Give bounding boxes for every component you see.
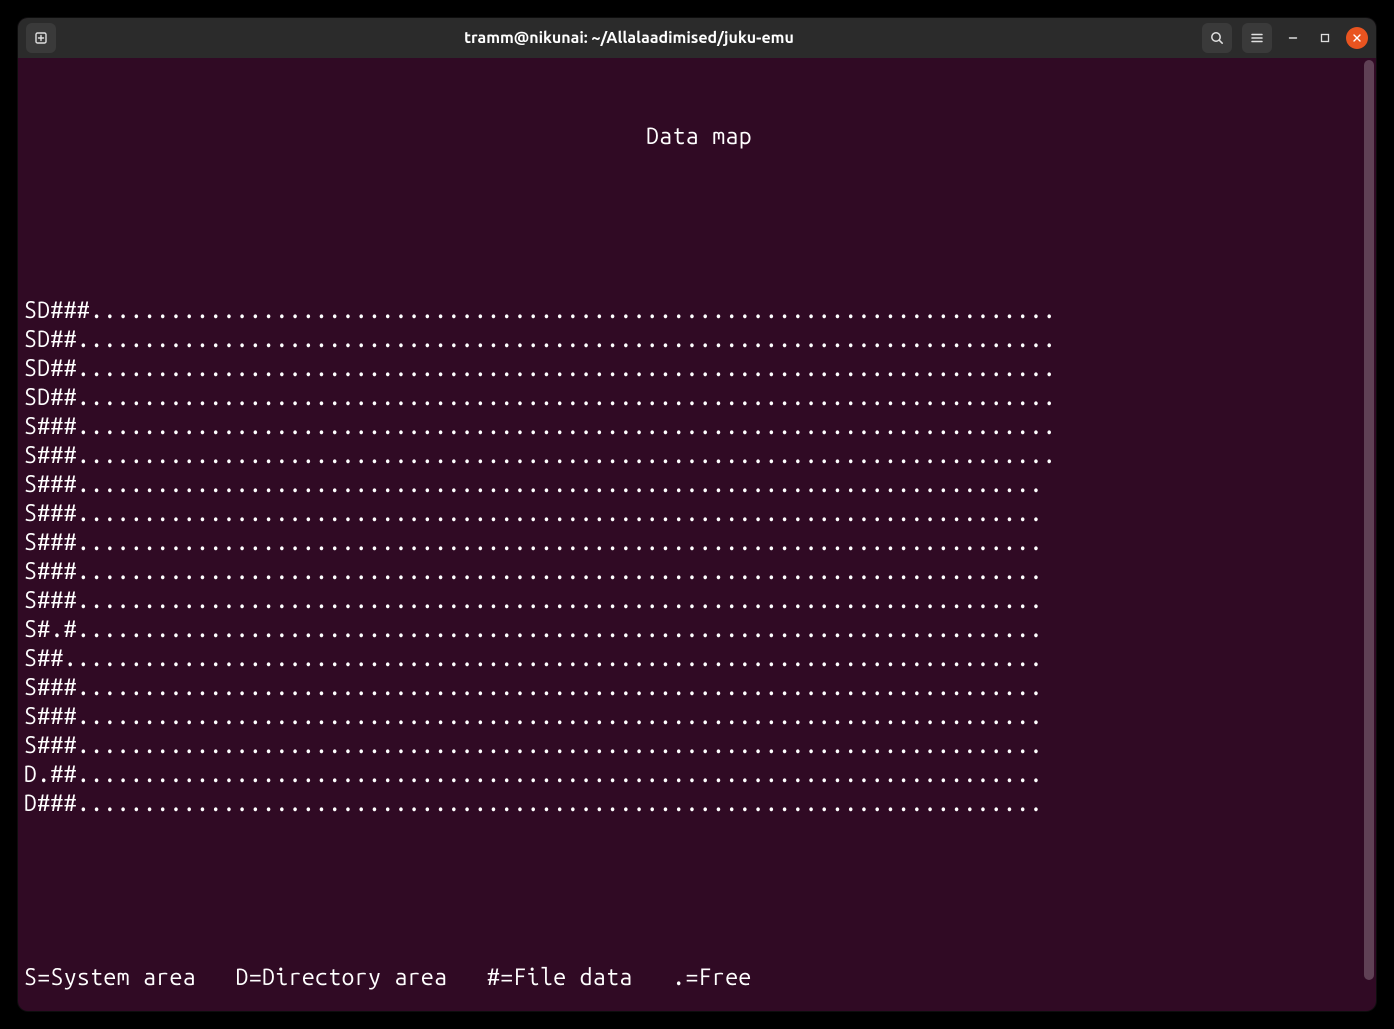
titlebar-left xyxy=(26,23,56,53)
data-map-row: D###....................................… xyxy=(22,789,1376,818)
data-map-row: S###....................................… xyxy=(22,528,1376,557)
data-map-row: S###....................................… xyxy=(22,557,1376,586)
data-map-row: S###....................................… xyxy=(22,470,1376,499)
data-map-row: S###....................................… xyxy=(22,499,1376,528)
titlebar-right xyxy=(1202,23,1368,53)
scrollbar[interactable] xyxy=(1364,60,1374,980)
maximize-icon xyxy=(1320,33,1330,43)
minimize-button[interactable] xyxy=(1282,27,1304,49)
maximize-button[interactable] xyxy=(1314,27,1336,49)
hamburger-menu-button[interactable] xyxy=(1242,23,1272,53)
data-map-row: SD##....................................… xyxy=(22,354,1376,383)
data-map-row: SD##....................................… xyxy=(22,383,1376,412)
data-map-row: D.##....................................… xyxy=(22,760,1376,789)
search-icon xyxy=(1209,30,1225,46)
blank-line xyxy=(22,876,1376,905)
terminal-content: Data map SD###..........................… xyxy=(22,64,1376,1011)
data-map-row: S###....................................… xyxy=(22,586,1376,615)
data-map-row: S###....................................… xyxy=(22,702,1376,731)
titlebar: tramm@nikunai: ~/Allalaadimised/juku-emu xyxy=(18,18,1376,58)
data-map-row: SD###...................................… xyxy=(22,296,1376,325)
terminal-body[interactable]: Data map SD###..........................… xyxy=(18,58,1376,1011)
terminal-window: tramm@nikunai: ~/Allalaadimised/juku-emu xyxy=(18,18,1376,1011)
data-map-heading: Data map xyxy=(22,122,1376,151)
close-icon xyxy=(1352,33,1362,43)
window-title: tramm@nikunai: ~/Allalaadimised/juku-emu xyxy=(64,29,1194,47)
data-map-row: S###....................................… xyxy=(22,731,1376,760)
close-button[interactable] xyxy=(1346,27,1368,49)
scrollbar-thumb[interactable] xyxy=(1364,60,1374,980)
data-map-row: S###....................................… xyxy=(22,673,1376,702)
data-map-row: S###....................................… xyxy=(22,441,1376,470)
data-map-row: S##.....................................… xyxy=(22,644,1376,673)
legend-line: S=System area D=Directory area #=File da… xyxy=(22,963,1376,992)
new-tab-button[interactable] xyxy=(26,23,56,53)
minimize-icon xyxy=(1288,33,1298,43)
new-tab-icon xyxy=(33,30,49,46)
search-button[interactable] xyxy=(1202,23,1232,53)
data-map-grid: SD###...................................… xyxy=(22,296,1376,818)
blank-line xyxy=(22,209,1376,238)
data-map-row: S###....................................… xyxy=(22,412,1376,441)
data-map-row: SD##....................................… xyxy=(22,325,1376,354)
data-map-row: S#.#....................................… xyxy=(22,615,1376,644)
hamburger-icon xyxy=(1249,30,1265,46)
